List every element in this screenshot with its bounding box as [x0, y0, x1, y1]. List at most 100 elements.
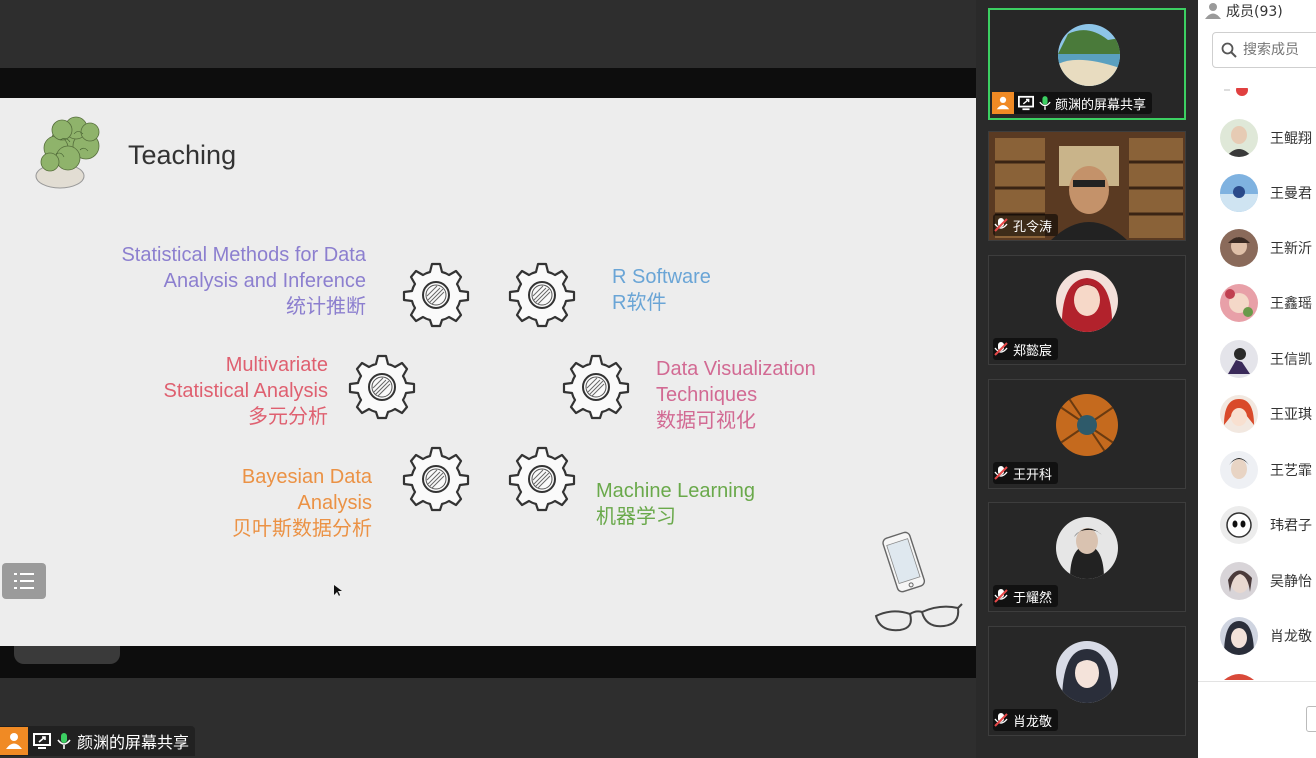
- video-tile-participant[interactable]: 孔令涛: [988, 131, 1186, 241]
- topic-machine-learning: Machine Learning 机器学习: [596, 478, 755, 530]
- members-panel: 成员(93) 王鲲翔 王曼君 王新沂 王鑫瑶 王信凯 王亚琪 王艺霏 玮君子 吴…: [1198, 0, 1316, 758]
- video-tile-participant[interactable]: 于耀然: [988, 502, 1186, 612]
- member-name: 吴静怡: [1270, 574, 1312, 590]
- participant-name: 王开科: [1013, 467, 1053, 483]
- member-search-input[interactable]: [1241, 41, 1315, 59]
- member-name: 王曼君: [1270, 186, 1312, 202]
- gear-icon: [562, 354, 630, 420]
- slide-progress-pill: [14, 646, 120, 664]
- avatar: [1220, 174, 1258, 212]
- avatar: [1056, 394, 1118, 456]
- share-status-bar: 颜渊的屏幕共享: [0, 726, 196, 756]
- topic-line: Statistical Methods for Data: [121, 244, 366, 266]
- topic-line: Bayesian Data: [241, 466, 372, 488]
- member-row[interactable]: 王信凯: [1220, 339, 1312, 379]
- avatar: [1220, 229, 1258, 267]
- letterbox-bottom: [0, 646, 976, 678]
- mic-muted-icon: [994, 713, 1008, 727]
- members-divider: [1198, 681, 1316, 682]
- member-search-box[interactable]: [1212, 32, 1316, 68]
- tile-label: 于耀然: [993, 585, 1059, 607]
- shared-slide: Teaching Statistical Methods for Data An…: [0, 98, 976, 646]
- member-name: 王艺霏: [1270, 463, 1312, 479]
- presenter-badge: [992, 92, 1014, 114]
- phone-illustration: [882, 531, 926, 593]
- member-row[interactable]: 王亚琪: [1220, 394, 1312, 434]
- topic-line: Multivariate: [225, 354, 328, 376]
- topic-bayesian: Bayesian Data Analysis 贝叶斯数据分析: [172, 464, 372, 542]
- member-name: 玮君子: [1270, 518, 1312, 534]
- topic-line: Statistical Analysis: [163, 380, 328, 402]
- avatar: [1056, 517, 1118, 579]
- topic-line-cn: 多元分析: [248, 406, 328, 428]
- user-icon: [1205, 3, 1221, 19]
- topic-line-cn: R软件: [612, 292, 667, 314]
- member-row[interactable]: 王新沂: [1220, 228, 1312, 268]
- mic-icon: [1039, 96, 1051, 110]
- video-tile-presenter[interactable]: 颜渊的屏幕共享: [988, 8, 1186, 120]
- member-name: 王信凯: [1270, 352, 1312, 368]
- gear-icon: [402, 262, 470, 328]
- topic-line: Analysis: [297, 492, 372, 514]
- avatar: [1220, 395, 1258, 433]
- avatar: [1058, 24, 1120, 86]
- topic-line: Machine Learning: [596, 480, 755, 502]
- video-tile-participant[interactable]: 肖龙敬: [988, 626, 1186, 736]
- presenter-label: 颜渊的屏幕共享: [77, 733, 190, 752]
- participant-name: 郑懿宸: [1013, 343, 1053, 359]
- topic-statistical-methods: Statistical Methods for Data Analysis an…: [106, 242, 366, 320]
- panel-action-button[interactable]: [1306, 706, 1316, 732]
- video-tile-participant[interactable]: 王开科: [988, 379, 1186, 489]
- avatar: [1220, 451, 1258, 489]
- slide-title: Teaching: [128, 140, 237, 170]
- mic-muted-icon: [994, 342, 1008, 356]
- mic-muted-icon: [994, 218, 1008, 232]
- participant-name: 颜渊的屏幕共享: [1055, 97, 1147, 113]
- member-row[interactable]: 王艺霏: [1220, 450, 1312, 490]
- user-icon: [996, 96, 1010, 110]
- member-name: 王鲲翔: [1270, 131, 1312, 147]
- tile-label: 王开科: [993, 462, 1059, 484]
- screen-share-area: Teaching Statistical Methods for Data An…: [0, 0, 976, 758]
- avatar: [1220, 119, 1258, 157]
- topic-line: Techniques: [656, 384, 758, 406]
- list-icon: [14, 573, 34, 589]
- topic-data-visualization: Data Visualization Techniques 数据可视化: [656, 356, 816, 434]
- gear-icon: [508, 446, 576, 512]
- topic-line: Data Visualization: [656, 358, 816, 380]
- participant-name: 于耀然: [1013, 590, 1053, 606]
- avatar: [1056, 270, 1118, 332]
- toc-list-button[interactable]: [2, 563, 46, 599]
- member-row[interactable]: 王鲲翔: [1220, 118, 1312, 158]
- search-icon: [1221, 42, 1237, 58]
- avatar: [1056, 641, 1118, 703]
- avatar: [1220, 340, 1258, 378]
- topic-line: R Software: [612, 266, 711, 288]
- member-avatar-partial: [1224, 88, 1248, 96]
- tile-label: 肖龙敬: [993, 709, 1059, 731]
- tile-label: 颜渊的屏幕共享: [992, 92, 1153, 114]
- participant-name: 孔令涛: [1013, 219, 1053, 235]
- topic-line-cn: 贝叶斯数据分析: [232, 518, 372, 540]
- member-name: 王新沂: [1270, 241, 1312, 257]
- avatar: [1220, 562, 1258, 600]
- topic-line-cn: 数据可视化: [656, 410, 756, 432]
- topic-line-cn: 统计推断: [286, 296, 366, 318]
- member-row[interactable]: 吴静怡: [1220, 561, 1312, 601]
- member-avatar-partial: [1224, 674, 1254, 680]
- gear-icon: [508, 262, 576, 328]
- video-tile-column: 颜渊的屏幕共享 孔令涛 郑懿宸 王开科 于耀然 肖龙敬: [976, 0, 1198, 758]
- member-row[interactable]: 玮君子: [1220, 505, 1312, 545]
- presenter-badge: [0, 727, 28, 755]
- member-row[interactable]: 王曼君: [1220, 173, 1312, 213]
- member-name: 肖龙敬: [1270, 629, 1312, 645]
- topic-line: Analysis and Inference: [163, 270, 366, 292]
- screen-share-icon: [33, 733, 51, 749]
- member-row[interactable]: 王鑫瑶: [1220, 283, 1312, 323]
- member-row[interactable]: 肖龙敬: [1220, 616, 1312, 656]
- glasses-illustration: [874, 603, 963, 632]
- letterbox-top: [0, 68, 976, 98]
- video-tile-participant[interactable]: 郑懿宸: [988, 255, 1186, 365]
- member-name: 王鑫瑶: [1270, 296, 1312, 312]
- topic-line-cn: 机器学习: [596, 506, 676, 528]
